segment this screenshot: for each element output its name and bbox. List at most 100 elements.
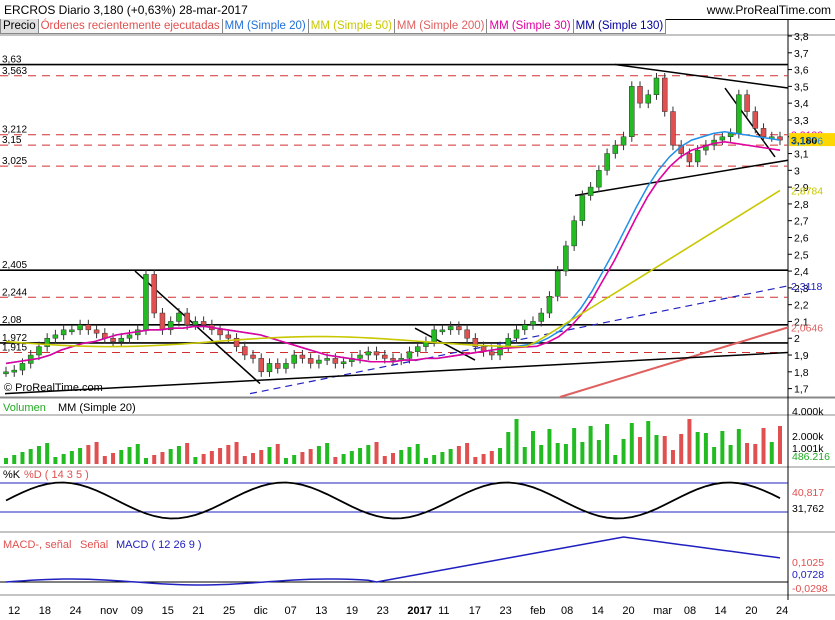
volume-bar <box>539 445 544 464</box>
candle-body <box>357 354 363 359</box>
candle-body <box>736 94 742 134</box>
stoch-last-label: 40,817 <box>792 487 824 499</box>
volume-bar <box>728 445 733 464</box>
volume-bar <box>440 452 445 464</box>
volume-bar <box>341 454 346 464</box>
candle-body <box>670 111 676 146</box>
x-tick-label: 2017 <box>407 605 431 617</box>
candle-body <box>464 329 470 339</box>
volume-bar <box>563 444 568 464</box>
x-tick-label: 25 <box>223 605 235 617</box>
candle-body <box>118 337 125 342</box>
volume-bar <box>111 453 116 464</box>
volume-bar <box>176 446 181 464</box>
price-label: 2,3118 <box>791 281 822 293</box>
volume-bar <box>465 443 470 464</box>
candle-body <box>694 149 701 163</box>
candle-body <box>36 346 42 356</box>
candle-body <box>291 354 297 364</box>
volume-bar <box>761 428 766 464</box>
candle-body <box>744 94 750 112</box>
volume-bar <box>613 455 618 464</box>
volume-bar <box>432 455 437 464</box>
x-tick-label: 13 <box>315 605 327 617</box>
y-tick-label: 2,6 <box>794 232 809 244</box>
volume-bar <box>382 456 387 464</box>
y-tick-label: 2,4 <box>794 266 809 278</box>
y-tick-label: 1,7 <box>794 384 809 396</box>
macd-series-title: MACD ( 12 26 9 ) <box>116 539 202 551</box>
volume-bar <box>78 448 83 464</box>
volume-bar <box>267 447 272 464</box>
volume-bar <box>300 452 305 464</box>
volume-bar <box>695 432 700 464</box>
volume-bar <box>20 452 25 464</box>
x-tick-label: 23 <box>500 605 512 617</box>
candle-body <box>299 354 306 359</box>
candle-body <box>225 334 232 339</box>
volume-bar <box>12 455 17 464</box>
candle-body <box>217 329 223 336</box>
y-tick-label: 1,8 <box>794 367 809 379</box>
volume-bar <box>514 419 519 464</box>
volume-bar <box>679 434 684 464</box>
candle-body <box>530 321 536 326</box>
y-tick-label: 1,9 <box>794 350 809 362</box>
volume-bar <box>654 435 659 464</box>
volume-bar <box>745 443 750 464</box>
level-label: 1,915 <box>2 343 27 354</box>
volume-bar <box>407 447 412 464</box>
volume-bar <box>621 439 626 464</box>
candle-body <box>258 358 265 373</box>
volume-bar <box>193 457 198 464</box>
stoch-title: %K <box>3 469 21 481</box>
candle-body <box>686 153 693 163</box>
volume-bar <box>415 444 420 464</box>
y-tick-label: 2,8 <box>794 199 809 211</box>
candle-body <box>110 337 116 342</box>
volume-bar <box>736 429 741 464</box>
x-tick-label: 11 <box>438 605 449 617</box>
candle-body <box>546 296 553 314</box>
volume-bar <box>135 444 140 464</box>
candle-body <box>52 334 59 339</box>
candle-body <box>431 329 437 342</box>
trend-line <box>614 63 789 89</box>
volume-bar <box>522 447 527 464</box>
volume-bar <box>218 448 223 464</box>
candle-body <box>629 86 635 137</box>
volume-bar <box>366 445 371 464</box>
volume-bar <box>61 454 66 464</box>
volume-bar <box>646 421 651 464</box>
macd-signal-title: Señal <box>80 539 108 551</box>
candle-body <box>661 77 668 112</box>
candle-body <box>69 329 75 333</box>
volume-bar <box>53 457 58 464</box>
price-chart[interactable]: 3,83,73,63,53,43,33,23,132,92,82,72,62,5… <box>0 0 835 620</box>
volume-bar <box>102 456 107 464</box>
candle-body <box>719 136 726 141</box>
candle-body <box>637 86 643 104</box>
x-tick-label: 17 <box>469 605 481 617</box>
candle-body <box>266 363 273 373</box>
volume-bar <box>481 454 486 464</box>
candle-body <box>200 321 207 326</box>
volume-bar <box>152 455 157 464</box>
candle-body <box>340 361 347 364</box>
x-tick-label: 23 <box>377 605 389 617</box>
x-tick-label: 15 <box>162 605 174 617</box>
x-tick-label: 08 <box>684 605 696 617</box>
volume-tick-label: 4.000k <box>792 406 824 418</box>
volume-bar <box>209 451 214 464</box>
candle-body <box>612 144 619 154</box>
y-tick-label: 3,8 <box>794 31 809 43</box>
volume-bar <box>308 449 313 464</box>
volume-bar <box>670 450 675 464</box>
x-tick-label: nov <box>100 605 118 617</box>
candle-body <box>390 358 396 361</box>
candle-body <box>332 358 339 364</box>
volume-bar <box>572 428 577 464</box>
volume-last-label: 486.216 <box>792 451 830 463</box>
candle-body <box>324 358 330 361</box>
y-tick-label: 2,2 <box>794 300 809 312</box>
